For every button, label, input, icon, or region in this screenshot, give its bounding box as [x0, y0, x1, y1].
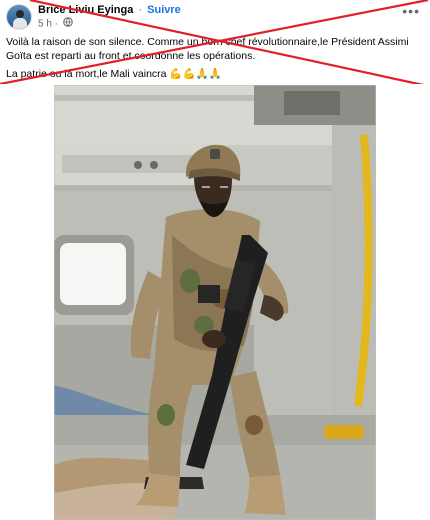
profile-avatar[interactable]: [6, 4, 32, 30]
caption-text: Voilà la raison de son silence. Comme un…: [6, 36, 409, 62]
author-name[interactable]: Brice Liviu Eyinga: [38, 4, 133, 16]
facebook-post: Brice Liviu Eyinga · Suivre 5 h · ••• Vo…: [0, 0, 430, 520]
author-line: Brice Liviu Eyinga · Suivre: [38, 4, 181, 17]
follow-link[interactable]: Suivre: [147, 4, 181, 16]
globe-icon: [62, 17, 73, 31]
avatar-body: [13, 18, 27, 29]
photo-illustration: [54, 85, 376, 520]
post-meta: 5 h ·: [38, 17, 73, 31]
post-header: Brice Liviu Eyinga · Suivre 5 h · •••: [0, 0, 430, 32]
caption-slogan: La patrie ou la mort,le Mali vaincra 💪💪🙏…: [6, 68, 222, 80]
separator-dot: ·: [138, 4, 143, 16]
post-caption: Voilà la raison de son silence. Comme un…: [6, 35, 426, 81]
post-photo[interactable]: [54, 85, 376, 520]
photo-frame: [0, 84, 430, 520]
post-timestamp[interactable]: 5 h ·: [38, 19, 58, 30]
avatar-head: [16, 10, 24, 18]
more-options-icon[interactable]: •••: [402, 4, 420, 18]
